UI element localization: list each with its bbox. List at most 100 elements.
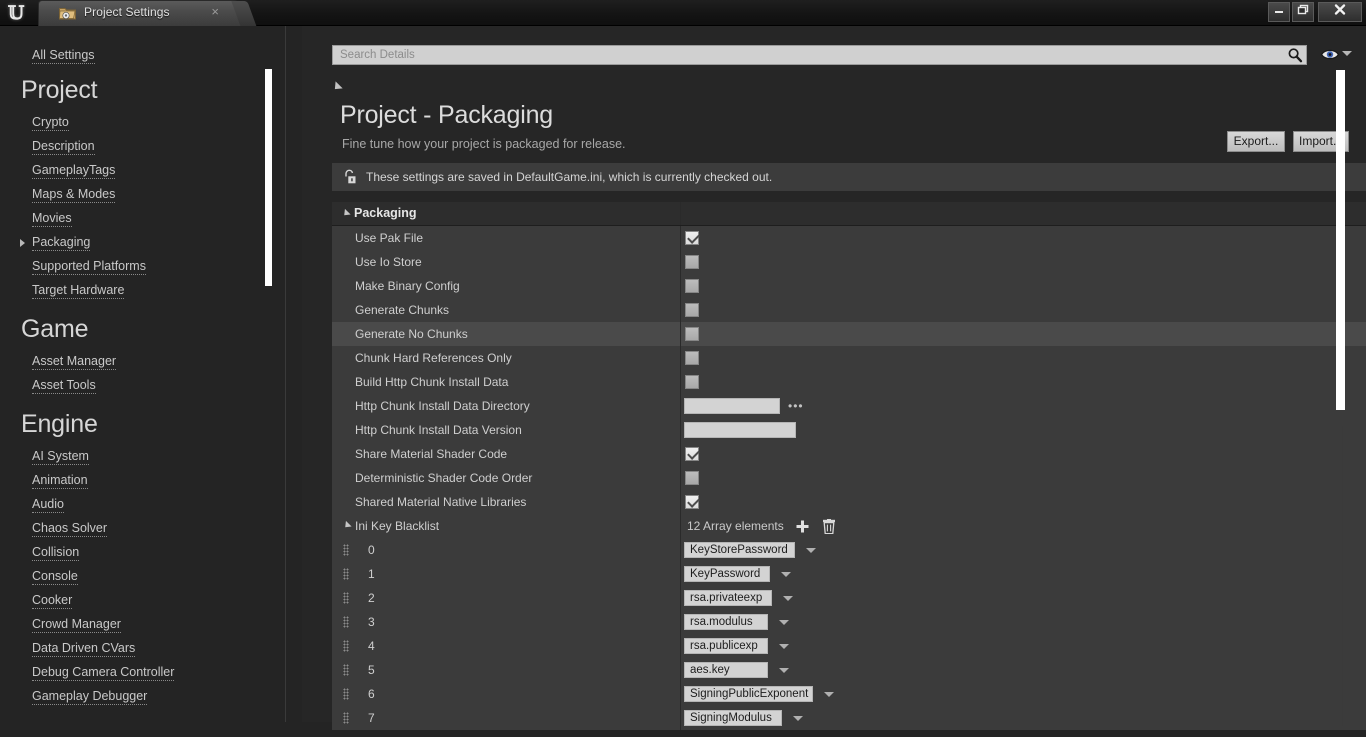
details-scrollbar-thumb[interactable]	[1336, 70, 1345, 410]
settings-sidebar[interactable]: All Settings Project Crypto Description Game…	[0, 26, 272, 722]
property-row-shared-material-native-libraries[interactable]: Shared Material Native Libraries	[332, 490, 1366, 514]
column-splitter[interactable]	[680, 226, 681, 250]
column-splitter[interactable]	[680, 490, 681, 514]
array-element-input[interactable]: aes.key	[684, 662, 768, 678]
array-element-row-6[interactable]: 6 SigningPublicExponent	[332, 682, 1366, 706]
sidebar-item-data-driven-cvars[interactable]: Data Driven CVars	[32, 641, 136, 657]
sidebar-item-crypto[interactable]: Crypto	[32, 115, 69, 131]
array-element-input[interactable]: SigningModulus	[684, 710, 782, 726]
eye-icon[interactable]	[1320, 47, 1340, 62]
property-row-use-pak-file[interactable]: Use Pak File	[332, 226, 1366, 250]
column-splitter[interactable]	[680, 586, 681, 610]
array-element-input[interactable]: KeyPassword	[684, 566, 770, 582]
property-row-build-http-chunk-install-data[interactable]: Build Http Chunk Install Data	[332, 370, 1366, 394]
property-row-ini-key-blacklist[interactable]: Ini Key Blacklist 12 Array elements	[332, 514, 1366, 538]
property-row-make-binary-config[interactable]: Make Binary Config	[332, 274, 1366, 298]
array-element-row-4[interactable]: 4 rsa.publicexp	[332, 634, 1366, 658]
chevron-down-icon[interactable]	[783, 596, 793, 601]
column-splitter[interactable]	[680, 562, 681, 586]
property-row-use-io-store[interactable]: Use Io Store	[332, 250, 1366, 274]
sidebar-item-all-settings[interactable]: All Settings	[32, 48, 95, 64]
column-splitter[interactable]	[680, 394, 681, 418]
array-element-row-3[interactable]: 3 rsa.modulus	[332, 610, 1366, 634]
close-button[interactable]	[1318, 2, 1362, 22]
checkbox-use-pak-file[interactable]	[685, 231, 699, 245]
sidebar-item-gameplay-debugger[interactable]: Gameplay Debugger	[32, 689, 148, 705]
sidebar-item-audio[interactable]: Audio	[32, 497, 64, 513]
text-input-http-chunk-install-data-directory[interactable]	[684, 398, 780, 414]
column-splitter[interactable]	[680, 514, 681, 538]
sidebar-item-collision[interactable]: Collision	[32, 545, 80, 561]
sidebar-item-asset-tools[interactable]: Asset Tools	[32, 378, 96, 394]
plus-icon[interactable]	[796, 520, 809, 533]
array-element-input[interactable]: rsa.publicexp	[684, 638, 768, 654]
array-element-row-0[interactable]: 0 KeyStorePassword	[332, 538, 1366, 562]
sidebar-item-gameplaytags[interactable]: GameplayTags	[32, 163, 116, 179]
section-header-packaging[interactable]: Packaging	[332, 202, 1366, 226]
column-splitter[interactable]	[680, 442, 681, 466]
chevron-down-icon[interactable]	[779, 620, 789, 625]
column-splitter[interactable]	[680, 634, 681, 658]
sidebar-item-cooker[interactable]: Cooker	[32, 593, 73, 609]
browse-button-http-chunk-install-data-directory[interactable]: •••	[788, 400, 804, 412]
sidebar-item-crowd-manager[interactable]: Crowd Manager	[32, 617, 121, 633]
property-row-deterministic-shader-code-order[interactable]: Deterministic Shader Code Order	[332, 466, 1366, 490]
column-splitter[interactable]	[680, 250, 681, 274]
array-element-input[interactable]: KeyStorePassword	[684, 542, 795, 558]
property-row-http-chunk-install-data-directory[interactable]: Http Chunk Install Data Directory •••	[332, 394, 1366, 418]
checkbox-chunk-hard-references-only[interactable]	[685, 351, 699, 365]
drag-handle-icon[interactable]	[343, 688, 349, 700]
sidebar-item-movies[interactable]: Movies	[32, 211, 72, 227]
chevron-down-icon[interactable]	[781, 572, 791, 577]
array-element-row-2[interactable]: 2 rsa.privateexp	[332, 586, 1366, 610]
column-splitter[interactable]	[680, 610, 681, 634]
column-splitter[interactable]	[680, 706, 681, 730]
checkbox-shared-material-native-libraries[interactable]	[685, 495, 699, 509]
column-splitter[interactable]	[680, 418, 681, 442]
sidebar-item-target-hardware[interactable]: Target Hardware	[32, 283, 125, 299]
array-element-row-5[interactable]: 5 aes.key	[332, 658, 1366, 682]
checkbox-make-binary-config[interactable]	[685, 279, 699, 293]
sidebar-item-supported-platforms[interactable]: Supported Platforms	[32, 259, 146, 275]
drag-handle-icon[interactable]	[343, 568, 349, 580]
column-splitter[interactable]	[680, 658, 681, 682]
sidebar-scrollbar-thumb[interactable]	[265, 69, 272, 286]
sidebar-item-animation[interactable]: Animation	[32, 473, 88, 489]
property-row-share-material-shader-code[interactable]: Share Material Shader Code	[332, 442, 1366, 466]
property-row-chunk-hard-references-only[interactable]: Chunk Hard References Only	[332, 346, 1366, 370]
column-splitter[interactable]	[680, 202, 681, 225]
trash-icon[interactable]	[822, 519, 836, 534]
sidebar-item-debug-camera-controller[interactable]: Debug Camera Controller	[32, 665, 175, 681]
sidebar-item-ai-system[interactable]: AI System	[32, 449, 89, 465]
array-element-input[interactable]: rsa.privateexp	[684, 590, 772, 606]
chevron-down-icon[interactable]	[793, 716, 803, 721]
drag-handle-icon[interactable]	[343, 712, 349, 724]
checkbox-use-io-store[interactable]	[685, 255, 699, 269]
property-row-generate-chunks[interactable]: Generate Chunks	[332, 298, 1366, 322]
column-splitter[interactable]	[680, 682, 681, 706]
checkbox-generate-no-chunks[interactable]	[685, 327, 699, 341]
array-element-input[interactable]: SigningPublicExponent	[684, 686, 813, 702]
array-element-row-7[interactable]: 7 SigningModulus	[332, 706, 1366, 730]
sidebar-item-chaos-solver[interactable]: Chaos Solver	[32, 521, 108, 537]
column-splitter[interactable]	[680, 538, 681, 562]
text-input-http-chunk-install-data-version[interactable]	[684, 422, 796, 438]
chevron-down-icon[interactable]	[779, 644, 789, 649]
sidebar-item-asset-manager[interactable]: Asset Manager	[32, 354, 117, 370]
search-input[interactable]	[332, 45, 1307, 65]
drag-handle-icon[interactable]	[343, 616, 349, 628]
checkbox-deterministic-shader-code-order[interactable]	[685, 471, 699, 485]
chevron-down-icon[interactable]	[806, 548, 816, 553]
tab-close-icon[interactable]: ×	[211, 5, 219, 19]
maximize-button[interactable]	[1292, 2, 1314, 22]
chevron-down-icon[interactable]	[779, 668, 789, 673]
property-row-http-chunk-install-data-version[interactable]: Http Chunk Install Data Version	[332, 418, 1366, 442]
drag-handle-icon[interactable]	[343, 592, 349, 604]
column-splitter[interactable]	[680, 298, 681, 322]
drag-handle-icon[interactable]	[343, 664, 349, 676]
export-button[interactable]: Export...	[1227, 131, 1285, 152]
column-splitter[interactable]	[680, 466, 681, 490]
column-splitter[interactable]	[680, 346, 681, 370]
array-element-input[interactable]: rsa.modulus	[684, 614, 768, 630]
checkbox-share-material-shader-code[interactable]	[685, 447, 699, 461]
